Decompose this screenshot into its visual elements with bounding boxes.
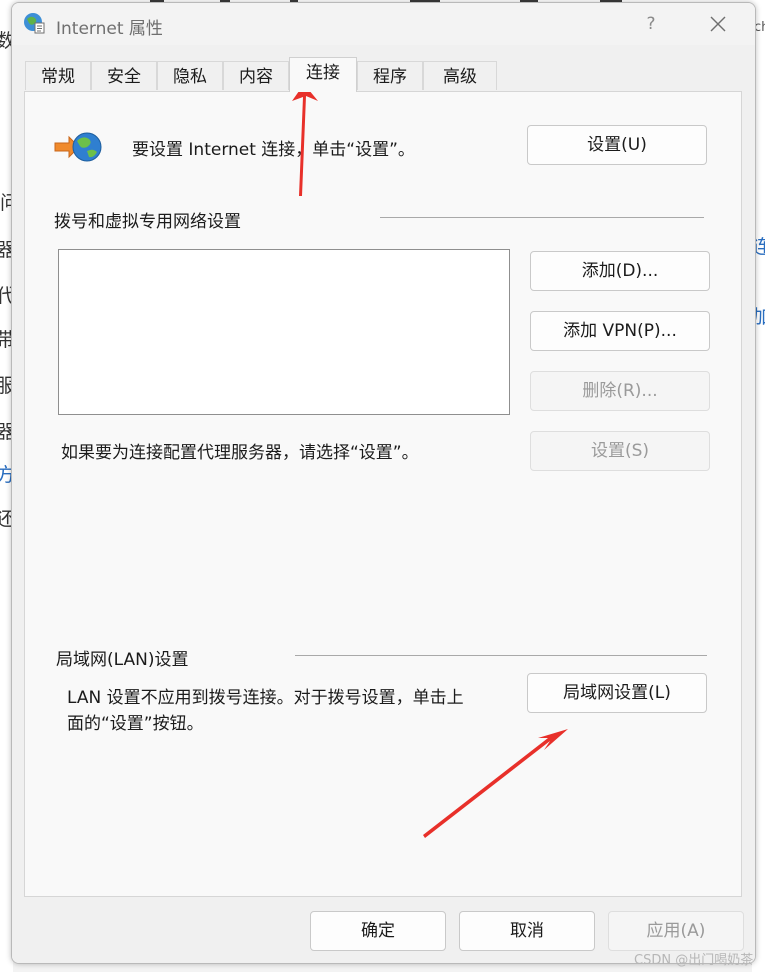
dialup-vpn-heading: 拨号和虚拟专用网络设置: [54, 212, 241, 232]
tab-strip: 常规 安全 隐私 内容 连接 程序 高级: [25, 57, 745, 93]
tab-general[interactable]: 常规: [25, 61, 91, 90]
window-title: Internet 属性: [56, 19, 163, 39]
internet-properties-dialog: Internet 属性 ? 常规 安全 隐私 内容 连接 程序 高级 要设置 I…: [11, 2, 756, 964]
connection-wizard-icon: [54, 132, 102, 162]
add-button[interactable]: 添加(D)...: [530, 251, 710, 291]
setup-button[interactable]: 设置(U): [527, 125, 707, 165]
close-icon: [710, 16, 726, 32]
lan-settings-button[interactable]: 局域网设置(L): [527, 673, 707, 713]
lan-description-line1: LAN 设置不应用到拨号连接。对于拨号设置，单击上: [67, 688, 464, 708]
proxy-instruction-text: 如果要为连接配置代理服务器，请选择“设置”。: [61, 443, 419, 463]
add-vpn-button[interactable]: 添加 VPN(P)...: [530, 311, 710, 351]
connections-list[interactable]: [58, 249, 510, 415]
tab-advanced[interactable]: 高级: [423, 61, 497, 90]
title-bar[interactable]: Internet 属性 ?: [12, 3, 755, 45]
watermark: CSDN @出门喝奶茶: [634, 953, 754, 968]
tab-programs[interactable]: 程序: [357, 61, 423, 90]
tab-content[interactable]: 内容: [223, 61, 289, 90]
connection-settings-button[interactable]: 设置(S): [530, 431, 710, 471]
connections-panel: 要设置 Internet 连接，单击“设置”。 设置(U) 拨号和虚拟专用网络设…: [24, 91, 742, 897]
tab-security[interactable]: 安全: [91, 61, 157, 90]
tab-privacy[interactable]: 隐私: [157, 61, 223, 90]
cancel-button[interactable]: 取消: [459, 911, 595, 951]
setup-instruction-text: 要设置 Internet 连接，单击“设置”。: [132, 140, 415, 160]
apply-button[interactable]: 应用(A): [608, 911, 744, 951]
remove-button[interactable]: 删除(R)...: [530, 371, 710, 411]
dialup-divider: [380, 217, 704, 218]
lan-description-line2: 面的“设置”按钮。: [67, 714, 204, 734]
lan-divider: [295, 655, 707, 656]
internet-options-icon: [24, 13, 45, 34]
tab-connections[interactable]: 连接: [289, 57, 357, 92]
help-button[interactable]: ?: [636, 9, 666, 39]
ok-button[interactable]: 确定: [310, 911, 446, 951]
close-button[interactable]: [700, 7, 736, 41]
lan-heading: 局域网(LAN)设置: [56, 650, 189, 670]
